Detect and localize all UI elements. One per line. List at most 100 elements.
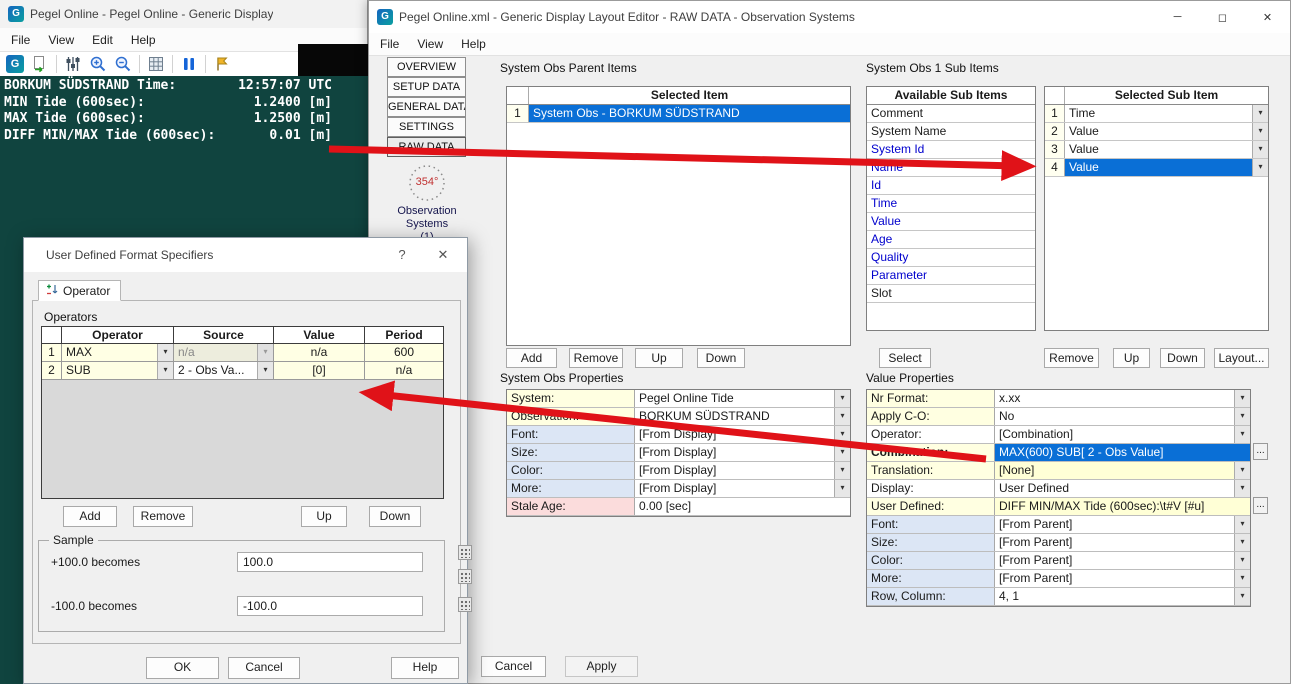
help-button[interactable]: Help — [391, 657, 459, 679]
menu-edit[interactable]: Edit — [83, 29, 122, 51]
chevron-down-icon[interactable]: ▾ — [834, 462, 850, 479]
menu-view[interactable]: View — [39, 29, 83, 51]
list-item[interactable]: Quality — [867, 249, 1035, 267]
close-icon[interactable]: ✕ — [427, 238, 459, 272]
chevron-down-icon[interactable]: ▾ — [1234, 516, 1250, 533]
operator-dropdown[interactable]: SUB▾ — [62, 362, 174, 379]
chevron-down-icon[interactable]: ▾ — [1252, 105, 1268, 122]
operator-row[interactable]: 2 SUB▾ 2 - Obs Va...▾ [0] n/a — [42, 362, 443, 380]
operator-dropdown[interactable]: MAX▾ — [62, 344, 174, 361]
observation-systems-widget[interactable]: 354° Observation Systems (1) — [379, 161, 475, 244]
up-button[interactable]: Up — [635, 348, 683, 368]
chevron-down-icon[interactable]: ▾ — [1234, 462, 1250, 479]
property-dropdown[interactable]: Pegel Online Tide▾ — [635, 390, 850, 407]
layout-button[interactable]: Layout... — [1214, 348, 1269, 368]
user-defined-field[interactable]: DIFF MIN/MAX Tide (600sec):\t#V [#u] — [995, 498, 1250, 515]
up-button[interactable]: Up — [301, 506, 347, 527]
property-dropdown[interactable]: [From Parent]▾ — [995, 570, 1250, 587]
chevron-down-icon[interactable]: ▾ — [834, 444, 850, 461]
chevron-down-icon[interactable]: ▾ — [1234, 408, 1250, 425]
chevron-down-icon[interactable]: ▾ — [157, 344, 173, 361]
list-item[interactable]: Name — [867, 159, 1035, 177]
list-item[interactable]: Time — [867, 195, 1035, 213]
nav-button-setup-data[interactable]: SETUP DATA — [387, 77, 466, 97]
chevron-down-icon[interactable]: ▾ — [257, 362, 273, 379]
sample-negative-input[interactable]: -100.0 — [237, 596, 423, 616]
list-item[interactable]: Value — [867, 213, 1035, 231]
list-item[interactable]: Slot — [867, 285, 1035, 303]
chevron-down-icon[interactable]: ▾ — [1234, 390, 1250, 407]
chevron-down-icon[interactable]: ▾ — [1234, 588, 1250, 605]
table-row[interactable]: 1 System Obs - BORKUM SÜDSTRAND — [507, 105, 850, 123]
splitter-handle[interactable] — [458, 597, 472, 612]
chevron-down-icon[interactable]: ▾ — [1252, 159, 1268, 176]
up-button[interactable]: Up — [1113, 348, 1150, 368]
sub-item-dropdown[interactable]: Value ▾ — [1065, 123, 1268, 140]
property-dropdown[interactable]: 4, 1▾ — [995, 588, 1250, 605]
cancel-button[interactable]: Cancel — [228, 657, 300, 679]
property-dropdown[interactable]: [Combination]▾ — [995, 426, 1250, 443]
table-row[interactable]: 4 Value ▾ — [1045, 159, 1268, 177]
sliders-icon[interactable] — [64, 55, 82, 73]
period-cell[interactable]: 600 — [365, 344, 443, 361]
chevron-down-icon[interactable]: ▾ — [1234, 552, 1250, 569]
zoom-in-icon[interactable] — [89, 55, 107, 73]
chevron-down-icon[interactable]: ▾ — [1234, 426, 1250, 443]
list-item[interactable]: Id — [867, 177, 1035, 195]
table-row[interactable]: 1 Time ▾ — [1045, 105, 1268, 123]
zoom-out-icon[interactable] — [114, 55, 132, 73]
property-dropdown[interactable]: [From Display]▾ — [635, 480, 850, 497]
list-item[interactable]: System Name — [867, 123, 1035, 141]
app-logo-toolbar-icon[interactable]: G — [6, 55, 24, 73]
sample-positive-input[interactable]: 100.0 — [237, 552, 423, 572]
chevron-down-icon[interactable]: ▾ — [157, 362, 173, 379]
minimize-icon[interactable]: ─ — [1155, 1, 1200, 33]
table-row[interactable]: 3 Value ▾ — [1045, 141, 1268, 159]
down-button[interactable]: Down — [1160, 348, 1205, 368]
editor-titlebar[interactable]: G Pegel Online.xml - Generic Display Lay… — [369, 1, 1290, 33]
user-defined-ellipsis-button[interactable]: ... — [1253, 497, 1268, 514]
chevron-down-icon[interactable]: ▾ — [834, 480, 850, 497]
property-dropdown[interactable]: BORKUM SÜDSTRAND▾ — [635, 408, 850, 425]
chevron-down-icon[interactable]: ▾ — [1234, 570, 1250, 587]
menu-help[interactable]: Help — [122, 29, 165, 51]
list-item[interactable]: Comment — [867, 105, 1035, 123]
chevron-down-icon[interactable]: ▾ — [1252, 141, 1268, 158]
down-button[interactable]: Down — [369, 506, 421, 527]
source-dropdown[interactable]: 2 - Obs Va...▾ — [174, 362, 274, 379]
splitter-handle[interactable] — [458, 569, 472, 584]
splitter-handle[interactable] — [458, 545, 472, 560]
value-cell[interactable]: [0] — [274, 362, 365, 379]
menu-view[interactable]: View — [408, 33, 452, 55]
sub-item-dropdown[interactable]: Value ▾ — [1065, 141, 1268, 158]
grid-icon[interactable] — [147, 55, 165, 73]
chevron-down-icon[interactable]: ▾ — [1234, 534, 1250, 551]
operator-row[interactable]: 1 MAX▾ n/a▾ n/a 600 — [42, 344, 443, 362]
property-dropdown[interactable]: No▾ — [995, 408, 1250, 425]
menu-help[interactable]: Help — [452, 33, 495, 55]
property-dropdown[interactable]: [None]▾ — [995, 462, 1250, 479]
sub-item-dropdown[interactable]: Time ▾ — [1065, 105, 1268, 122]
remove-button[interactable]: Remove — [1044, 348, 1099, 368]
chevron-down-icon[interactable]: ▾ — [1234, 480, 1250, 497]
apply-button[interactable]: Apply — [565, 656, 638, 677]
property-dropdown[interactable]: x.xx▾ — [995, 390, 1250, 407]
period-cell[interactable]: n/a — [365, 362, 443, 379]
property-dropdown[interactable]: [From Display]▾ — [635, 462, 850, 479]
add-button[interactable]: Add — [506, 348, 557, 368]
list-item[interactable]: System Id — [867, 141, 1035, 159]
property-dropdown[interactable]: [From Display]▾ — [635, 444, 850, 461]
down-button[interactable]: Down — [697, 348, 745, 368]
menu-file[interactable]: File — [2, 29, 39, 51]
remove-button[interactable]: Remove — [569, 348, 623, 368]
property-dropdown[interactable]: [From Parent]▾ — [995, 552, 1250, 569]
close-icon[interactable]: ✕ — [1245, 1, 1290, 33]
property-field[interactable]: 0.00 [sec] — [635, 498, 850, 515]
list-item[interactable]: Age — [867, 231, 1035, 249]
tab-operator[interactable]: Operator — [38, 280, 121, 301]
chevron-down-icon[interactable]: ▾ — [834, 390, 850, 407]
ok-button[interactable]: OK — [146, 657, 219, 679]
list-item[interactable]: Parameter — [867, 267, 1035, 285]
table-row[interactable]: 2 Value ▾ — [1045, 123, 1268, 141]
property-dropdown[interactable]: User Defined▾ — [995, 480, 1250, 497]
